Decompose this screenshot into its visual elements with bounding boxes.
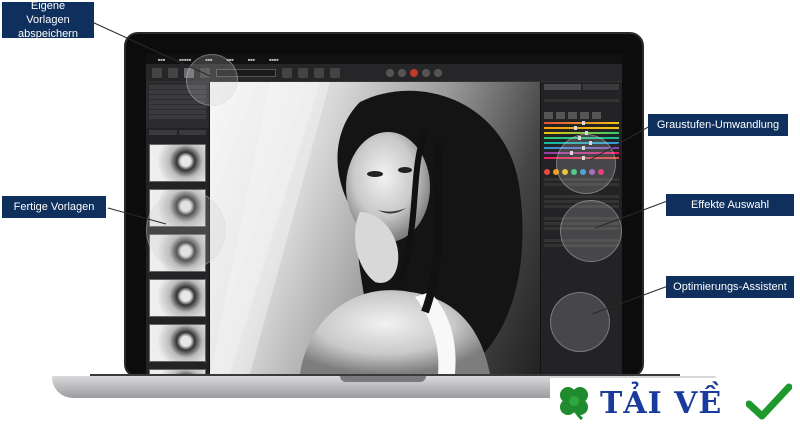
tool-icon[interactable] [386, 68, 394, 77]
zoom-circle-presets-button [186, 54, 238, 106]
download-label: TẢI VỀ [600, 386, 723, 421]
zoom-circle-effects [560, 200, 622, 262]
checkmark-icon [746, 383, 792, 420]
callout-effects-selection: Effekte Auswahl [666, 194, 794, 216]
callout-ready-presets: Fertige Vorlagen [2, 196, 106, 218]
zoom-circle-optimizer [550, 292, 610, 352]
toolbar-button[interactable] [330, 67, 340, 78]
preset-tab[interactable] [149, 130, 177, 135]
preset-tabs [146, 128, 209, 137]
download-badge[interactable]: TẢI VỀ [550, 378, 800, 430]
effect-swatch[interactable] [544, 169, 550, 175]
adjustment-tabs [544, 84, 619, 90]
menu-item[interactable]: ■■■■ [269, 57, 279, 62]
toolbar-button[interactable] [168, 67, 178, 78]
bw-portrait [210, 82, 523, 374]
laptop-notch [340, 376, 426, 382]
callout-custom-presets: Eigene Vorlagen abspeichern [2, 0, 94, 40]
menu-item[interactable]: ■■■■■ [179, 57, 191, 62]
adjustment-tab[interactable] [582, 84, 619, 90]
preset-thumbnail[interactable] [149, 324, 206, 362]
callout-optimization-assistant: Optimierungs-Assistent [666, 276, 794, 298]
channel-slider[interactable] [544, 126, 619, 130]
zoom-circle-grayscale [556, 134, 616, 194]
toolbar-button[interactable] [314, 67, 324, 78]
conversion-presets [544, 112, 619, 119]
tool-icon[interactable] [398, 68, 406, 77]
conversion-preset-button[interactable] [592, 112, 601, 119]
tool-icon[interactable] [410, 68, 418, 77]
adjustment-tab[interactable] [544, 84, 581, 90]
tool-icon[interactable] [434, 68, 442, 77]
toolbar-button[interactable] [282, 67, 292, 78]
callout-grayscale-conversion: Graustufen-Umwandlung [648, 114, 788, 136]
preset-thumbnail[interactable] [149, 144, 206, 182]
toolbar-button[interactable] [298, 67, 308, 78]
zoom-circle-preset-list [146, 190, 226, 270]
menu-item[interactable]: ■■■ [248, 57, 255, 62]
channel-slider[interactable] [544, 121, 619, 125]
conversion-preset-button[interactable] [544, 112, 553, 119]
conversion-preset-button[interactable] [568, 112, 577, 119]
conversion-preset-button[interactable] [580, 112, 589, 119]
toolbar-button[interactable] [152, 67, 162, 78]
clover-icon [560, 387, 588, 420]
preset-thumbnail[interactable] [149, 279, 206, 317]
menu-item[interactable]: ■■■ [158, 57, 165, 62]
photo-canvas[interactable] [210, 82, 540, 374]
preset-tab[interactable] [178, 130, 206, 135]
tool-icon[interactable] [422, 68, 430, 77]
conversion-preset-button[interactable] [556, 112, 565, 119]
